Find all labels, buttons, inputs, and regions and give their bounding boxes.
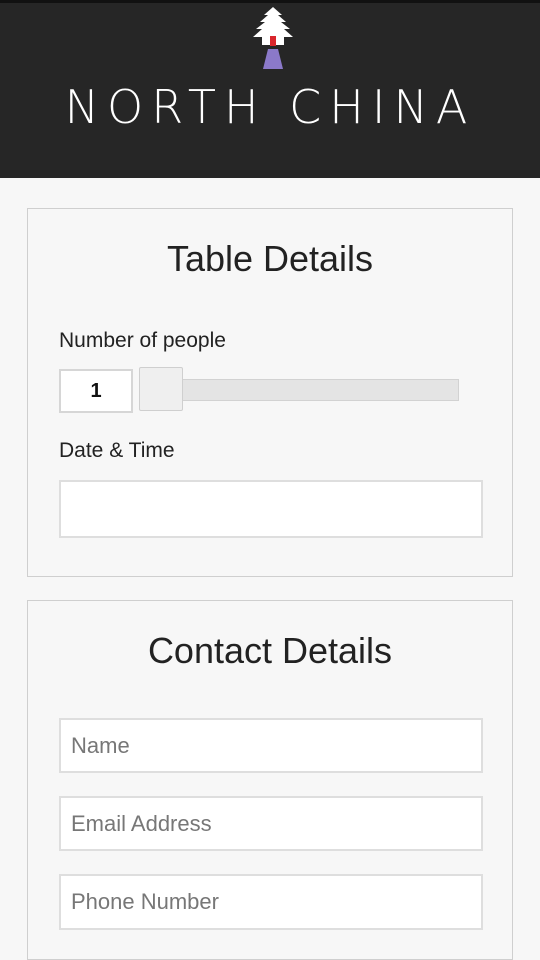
people-count-field[interactable]: 1 [59,369,133,413]
datetime-label: Date & Time [59,439,175,462]
phone-input[interactable] [59,874,483,930]
datetime-input[interactable] [59,480,483,538]
name-input[interactable] [59,718,483,773]
people-slider-track[interactable] [139,379,459,401]
table-details-title: Table Details [166,238,374,279]
people-label: Number of people [59,329,226,352]
people-slider-handle[interactable] [139,367,183,411]
email-input[interactable] [59,796,483,851]
brand-title[interactable]: NORTH CHINA [0,77,540,137]
pagoda-tree-logo-icon [253,7,293,69]
table-details-card: Table Details Number of people 1 Date & … [27,208,513,577]
contact-details-card: Contact Details [27,600,513,960]
site-header: NORTH CHINA [0,0,540,178]
contact-details-title: Contact Details [147,630,393,671]
